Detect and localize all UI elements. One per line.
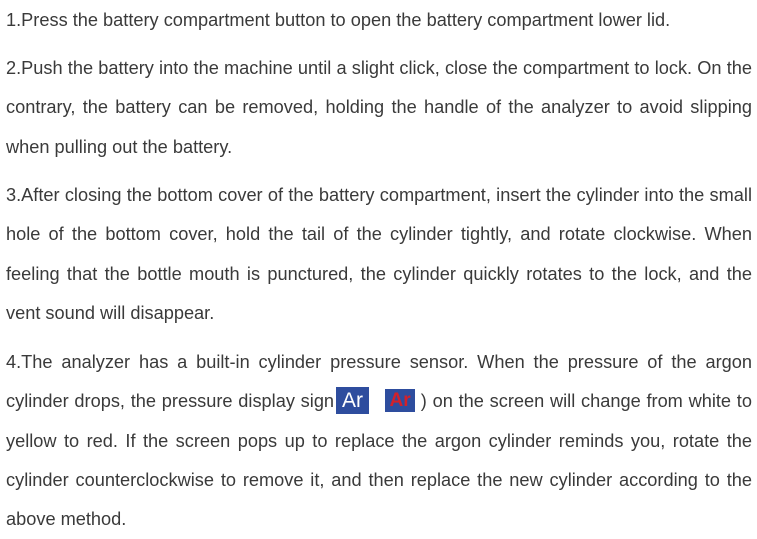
step-4-paragraph: 4.The analyzer has a built-in cylinder p… [6,343,752,539]
step-4-text-after-sign: ) on the screen will change from white t… [6,391,752,530]
step-2-paragraph: 2.Push the battery into the machine unti… [6,58,752,157]
step-1-paragraph: 1.Press the battery compartment button t… [6,10,671,30]
instruction-page: 1.Press the battery compartment button t… [0,0,757,534]
argon-pressure-sign-red-icon: Ar [385,388,416,412]
argon-pressure-sign-white-icon: Ar [336,386,370,414]
step-3-paragraph: 3.After closing the bottom cover of the … [6,185,752,323]
